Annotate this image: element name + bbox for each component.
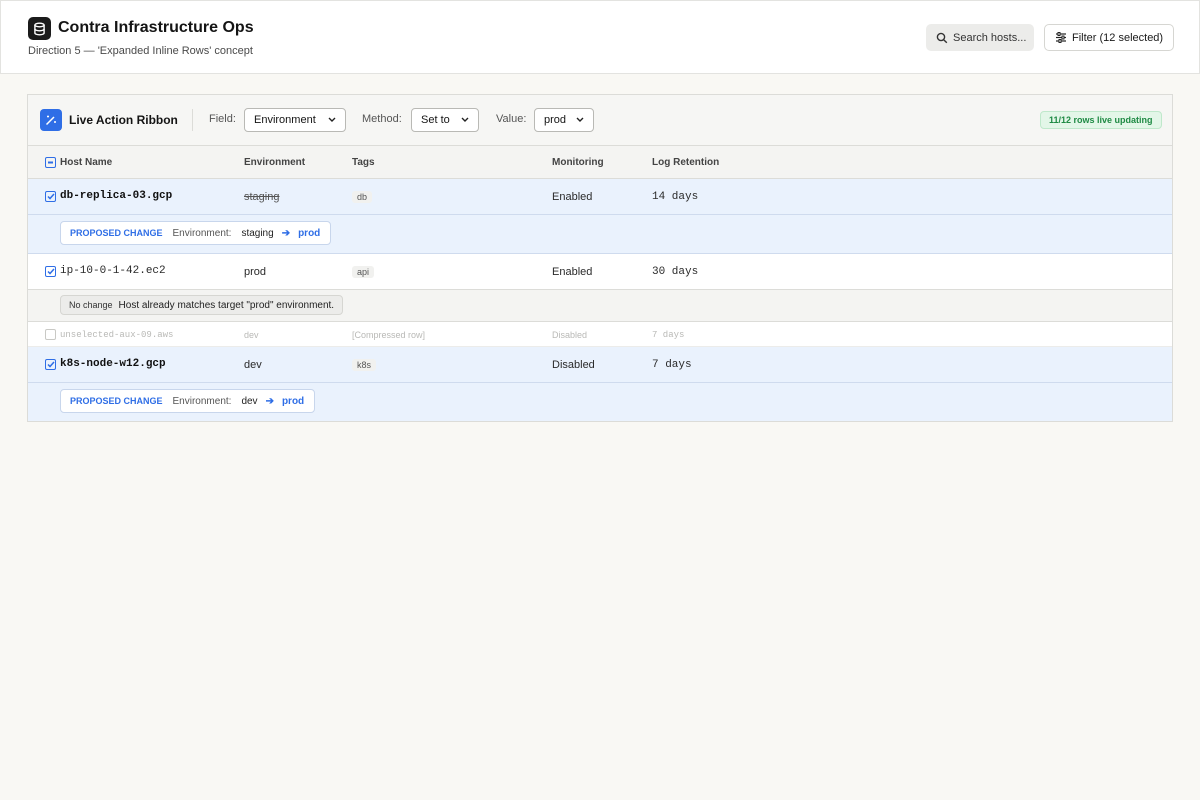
proposed-change-box: PROPOSED CHANGE Environment: dev ➔ prod — [60, 389, 316, 413]
change-title: PROPOSED CHANGE — [70, 228, 163, 238]
retention-value: 7 days — [652, 359, 692, 371]
sliders-icon — [1056, 32, 1066, 43]
row-checkbox[interactable] — [45, 266, 56, 277]
hosts-panel: Live Action Ribbon Field: Environment Me… — [27, 94, 1173, 422]
field-label: Field: — [209, 113, 236, 125]
column-log-retention[interactable]: Log Retention — [652, 157, 719, 168]
tag-chip: db — [352, 191, 373, 203]
change-from: staging — [241, 227, 274, 239]
retention-value: 7 days — [652, 330, 685, 340]
no-change-message: Host already matches target "prod" envir… — [118, 299, 335, 311]
monitoring-value: Enabled — [552, 266, 593, 278]
search-icon — [936, 32, 948, 43]
change-field: Environment: — [172, 395, 232, 407]
retention-value: 14 days — [652, 191, 699, 203]
monitoring-value: Disabled — [552, 359, 595, 371]
row-checkbox[interactable] — [45, 191, 56, 202]
proposed-change-row: PROPOSED CHANGE Environment: dev ➔ prod — [28, 382, 1172, 421]
row-checkbox[interactable] — [45, 329, 56, 340]
table-row[interactable]: db-replica-03.gcp staging db Enabled 14 … — [28, 179, 1172, 214]
host-name: unselected-aux-09.aws — [60, 330, 174, 340]
method-label: Method: — [362, 113, 402, 125]
app-header: Contra Infrastructure Ops Direction 5 — … — [0, 0, 1200, 74]
column-tags[interactable]: Tags — [352, 157, 375, 168]
change-title: PROPOSED CHANGE — [70, 396, 163, 406]
chevron-down-icon — [576, 117, 584, 122]
live-action-ribbon: Live Action Ribbon Field: Environment Me… — [28, 95, 1172, 146]
arrow-right-icon: ➔ — [281, 227, 291, 239]
chevron-down-icon — [461, 117, 469, 122]
environment-value: staging — [244, 191, 280, 203]
change-field: Environment: — [172, 227, 232, 239]
search-placeholder: Search hosts... — [953, 31, 1027, 44]
filter-label: Filter (12 selected) — [1072, 31, 1164, 44]
search-hosts-button[interactable]: Search hosts... — [926, 24, 1034, 51]
field-select-value: Environment — [254, 114, 316, 126]
host-name: ip-10-0-1-42.ec2 — [60, 265, 166, 277]
environment-value: prod — [244, 266, 267, 278]
host-name: db-replica-03.gcp — [60, 190, 173, 202]
tag-chip: api — [352, 266, 375, 278]
environment-value: dev — [244, 359, 262, 371]
method-select-value: Set to — [421, 114, 450, 126]
app-subtitle: Direction 5 — 'Expanded Inline Rows' con… — [28, 45, 253, 57]
change-to: prod — [281, 395, 305, 407]
select-all-checkbox[interactable] — [45, 157, 56, 168]
monitoring-value: Enabled — [552, 191, 593, 203]
magic-wand-icon — [40, 109, 62, 131]
no-change-row: No change Host already matches target "p… — [28, 289, 1172, 322]
value-label: Value: — [496, 113, 527, 125]
ribbon-divider — [192, 109, 193, 131]
column-host-name[interactable]: Host Name — [60, 157, 112, 168]
retention-value: 30 days — [652, 266, 699, 278]
chevron-down-icon — [328, 117, 336, 122]
live-status-badge: 11/12 rows live updating — [1040, 111, 1162, 129]
table-row[interactable]: ip-10-0-1-42.ec2 prod api Enabled 30 day… — [28, 254, 1172, 289]
host-name: k8s-node-w12.gcp — [60, 358, 166, 370]
monitoring-value: Disabled — [552, 330, 588, 340]
no-change-tag: No change — [69, 300, 113, 310]
proposed-change-box: PROPOSED CHANGE Environment: staging ➔ p… — [60, 221, 332, 245]
column-environment[interactable]: Environment — [244, 157, 305, 168]
tag-chip: k8s — [352, 359, 377, 371]
app-title: Contra Infrastructure Ops — [58, 19, 254, 36]
arrow-right-icon: ➔ — [265, 395, 274, 407]
environment-value: dev — [244, 330, 259, 340]
change-from: dev — [241, 395, 258, 407]
ribbon-title: Live Action Ribbon — [69, 113, 178, 127]
filter-button[interactable]: Filter (12 selected) — [1044, 24, 1174, 51]
value-select[interactable]: prod — [534, 108, 594, 132]
table-row[interactable]: k8s-node-w12.gcp dev k8s Disabled 7 days — [28, 347, 1172, 382]
value-select-value: prod — [544, 114, 567, 126]
database-icon — [28, 17, 51, 40]
method-select[interactable]: Set to — [411, 108, 479, 132]
table-row[interactable]: unselected-aux-09.aws dev [Compressed ro… — [28, 322, 1172, 347]
change-to: prod — [298, 227, 321, 239]
row-checkbox[interactable] — [45, 359, 56, 370]
compressed-row-label: [Compressed row] — [352, 330, 426, 340]
no-change-box: No change Host already matches target "p… — [60, 295, 344, 315]
proposed-change-row: PROPOSED CHANGE Environment: staging ➔ p… — [28, 214, 1172, 254]
field-select[interactable]: Environment — [244, 108, 346, 132]
column-monitoring[interactable]: Monitoring — [552, 157, 604, 168]
table-header: Host Name Environment Tags Monitoring Lo… — [28, 146, 1172, 179]
